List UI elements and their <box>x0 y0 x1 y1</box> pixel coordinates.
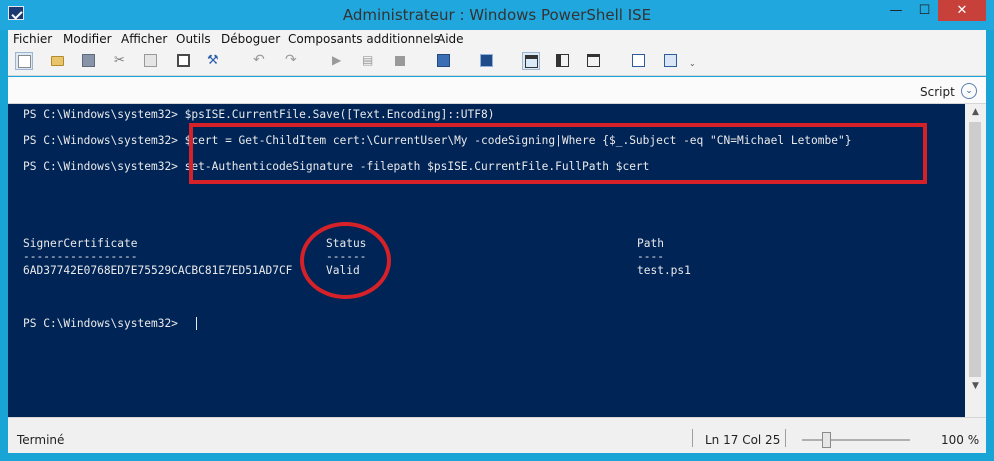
run-icon[interactable]: ▶ <box>330 52 348 70</box>
new-script-icon[interactable] <box>15 52 33 70</box>
undo-icon[interactable]: ↶ <box>251 52 269 70</box>
menu-fichier[interactable]: Fichier <box>13 32 52 46</box>
console-caret <box>196 317 197 330</box>
table-divider-path: ---- <box>637 250 664 263</box>
scroll-thumb[interactable] <box>969 122 981 377</box>
zoom-slider-thumb[interactable] <box>822 432 831 448</box>
menu-bar: Fichier Modifier Afficher Outils Débogue… <box>8 30 986 48</box>
run-selection-icon[interactable]: ▤ <box>360 52 378 70</box>
menu-outils[interactable]: Outils <box>176 32 211 46</box>
vertical-scrollbar[interactable]: ▲ ▼ <box>965 104 986 417</box>
table-divider-signer: ----------------- <box>23 250 138 263</box>
status-separator <box>692 429 693 447</box>
title-bar[interactable]: Administrateur : Windows PowerShell ISE … <box>0 0 994 30</box>
menu-modifier[interactable]: Modifier <box>63 32 112 46</box>
zoom-level: 100 % <box>941 433 980 447</box>
toolbar: ✂ ⚒ ↶ ↷ ▶ ▤ ⌄ <box>8 48 986 76</box>
menu-aide[interactable]: Aide <box>437 32 464 46</box>
command-addon-icon[interactable] <box>630 52 648 70</box>
maximize-button[interactable]: ☐ <box>911 0 938 21</box>
highlight-circle <box>300 222 391 299</box>
copy-icon[interactable] <box>142 52 160 70</box>
layout-script-top-icon[interactable] <box>522 52 540 70</box>
layout-script-right-icon[interactable] <box>554 52 572 70</box>
clear-console-icon[interactable]: ⚒ <box>205 52 223 70</box>
console-prompt: PS C:\Windows\system32> <box>23 317 185 330</box>
layout-script-maximized-icon[interactable] <box>585 52 603 70</box>
window-title: Administrateur : Windows PowerShell ISE <box>342 6 652 24</box>
table-header-signer: SignerCertificate <box>23 237 138 250</box>
console-pane[interactable]: PS C:\Windows\system32> $psISE.CurrentFi… <box>8 104 965 417</box>
status-bar: Terminé Ln 17 Col 25 100 % <box>8 417 986 453</box>
table-header-path: Path <box>637 237 664 250</box>
scroll-up-icon[interactable]: ▲ <box>965 104 986 121</box>
minimize-button[interactable]: — <box>882 0 910 21</box>
table-cell-path: test.ps1 <box>637 264 691 277</box>
menu-deboguer[interactable]: Déboguer <box>221 32 280 46</box>
remote-powershell-icon[interactable] <box>435 52 453 70</box>
cut-icon[interactable]: ✂ <box>112 52 130 70</box>
paste-icon[interactable] <box>175 52 193 70</box>
table-cell-signer: 6AD37742E0768ED7E75529CACBC81E7ED51AD7CF <box>23 264 293 277</box>
redo-icon[interactable]: ↷ <box>283 52 301 70</box>
collapse-script-pane-icon[interactable]: ⌄ <box>961 83 977 99</box>
menu-composants-additionnels[interactable]: Composants additionnels <box>288 32 440 46</box>
status-text: Terminé <box>17 433 65 447</box>
save-icon[interactable] <box>80 52 98 70</box>
powershell-console-icon[interactable] <box>478 52 496 70</box>
toolbar-overflow-icon[interactable]: ⌄ <box>687 52 697 70</box>
open-icon[interactable] <box>49 52 67 70</box>
stop-icon[interactable] <box>391 52 409 70</box>
script-label[interactable]: Script <box>920 85 955 99</box>
powershell-ise-window: Administrateur : Windows PowerShell ISE … <box>0 0 994 461</box>
scroll-down-icon[interactable]: ▼ <box>965 378 986 395</box>
close-button[interactable]: ✕ <box>938 0 986 21</box>
cursor-position: Ln 17 Col 25 <box>705 433 781 447</box>
console-line: PS C:\Windows\system32> $psISE.CurrentFi… <box>23 108 495 121</box>
highlight-box <box>189 123 927 184</box>
zoom-slider-track[interactable] <box>802 439 910 441</box>
menu-afficher[interactable]: Afficher <box>121 32 167 46</box>
status-separator <box>785 429 786 447</box>
script-browser-icon[interactable] <box>662 52 680 70</box>
script-pane-header: Script ⌄ <box>8 77 986 104</box>
